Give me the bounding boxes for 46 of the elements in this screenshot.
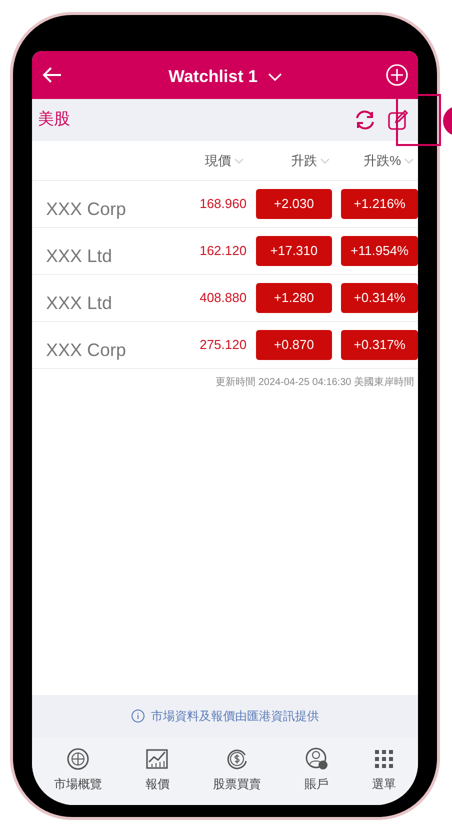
user-account-icon <box>304 747 329 771</box>
change-percent-badge: +11.954% <box>341 236 418 266</box>
add-button[interactable] <box>386 63 410 87</box>
caret-icon <box>234 158 244 164</box>
stock-row[interactable]: XXX Ltd 162.120 +17.310 +11.954% <box>32 228 418 275</box>
stock-name: XXX Ltd <box>45 292 114 314</box>
update-time: 更新時間 2024-04-25 04:16:30 美國東岸時間 <box>214 376 415 390</box>
change-percent-badge: +0.317% <box>341 330 418 360</box>
nav-tab[interactable]: 股票買賣 <box>212 747 261 793</box>
caret-icon <box>320 158 330 164</box>
nav-tab[interactable]: 賬戶 <box>304 747 329 793</box>
stock-name: XXX Corp <box>45 198 128 221</box>
change-badge: +2.030 <box>256 189 332 219</box>
refresh-icon[interactable] <box>354 110 376 130</box>
market-label[interactable]: 美股 <box>38 108 70 132</box>
caret-icon <box>404 158 414 164</box>
change-percent-badge: +1.216% <box>341 189 418 219</box>
edit-icon[interactable] <box>388 110 408 130</box>
add-icon <box>386 64 408 86</box>
column-sort-header[interactable]: 現價 <box>168 150 248 170</box>
globe-icon <box>66 747 90 771</box>
change-badge: +1.280 <box>256 283 332 313</box>
price-value: 408.880 <box>198 289 247 308</box>
nav-tab[interactable]: 報價 <box>145 747 170 793</box>
change-badge: +17.310 <box>256 236 332 266</box>
stock-name: XXX Ltd <box>45 244 114 268</box>
back-arrow-icon <box>42 66 62 84</box>
info-text: 市場資料及報價由匯港資訊提供 <box>151 708 319 725</box>
chart-icon <box>145 747 170 771</box>
price-value: 162.120 <box>198 242 247 260</box>
dollar-coin-icon <box>224 747 249 771</box>
change-percent-badge: +0.314% <box>341 283 418 313</box>
stock-row[interactable]: XXX Ltd 408.880 +1.280 +0.314% <box>32 275 418 322</box>
column-sort-header[interactable]: 升跌 <box>248 150 334 170</box>
watchlist-dropdown[interactable]: Watchlist 1 <box>168 64 282 90</box>
nav-tab[interactable]: 市場概覽 <box>54 747 102 793</box>
stock-row[interactable]: XXX Corp 168.960 +2.030 +1.216% <box>32 181 418 228</box>
price-value: 275.120 <box>198 336 247 354</box>
stock-name: XXX Corp <box>45 338 128 362</box>
caret-icon <box>268 73 282 81</box>
column-sort-header[interactable]: 升跌% <box>334 150 418 170</box>
stock-row[interactable]: XXX Corp 275.120 +0.870 +0.317% <box>32 322 418 369</box>
nav-tab[interactable]: 選單 <box>372 747 396 793</box>
change-badge: +0.870 <box>256 330 332 360</box>
info-icon <box>131 709 145 723</box>
price-value: 168.960 <box>198 195 247 214</box>
